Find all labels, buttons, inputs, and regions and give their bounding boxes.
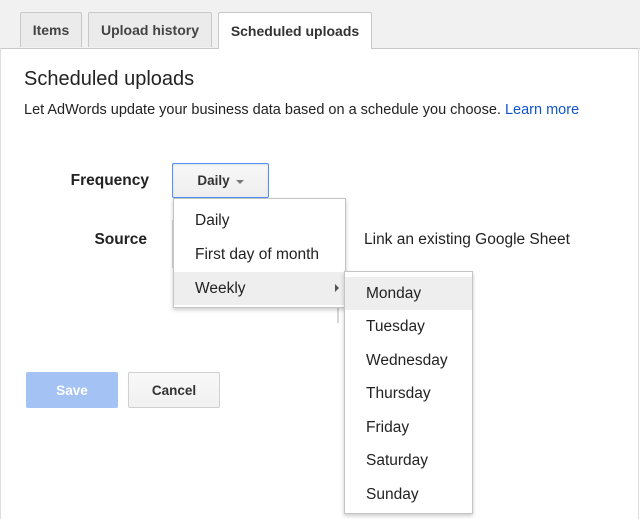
menu-item-weekly[interactable]: Weekly [174,272,345,305]
menu-item-label: Weekly [195,279,246,297]
frequency-dropdown[interactable]: Daily [172,163,269,198]
frequency-label: Frequency [70,172,149,189]
menu-item-daily[interactable]: Daily [174,204,345,237]
frequency-menu: Daily First day of month Weekly [173,198,346,308]
tab-bar: Items Upload history Scheduled uploads [0,0,640,49]
learn-more-link[interactable]: Learn more [505,102,579,118]
frequency-selected-value: Daily [197,173,230,188]
weekday-submenu: Monday Tuesday Wednesday Thursday Friday… [344,271,473,514]
chevron-right-icon [335,284,339,292]
source-label: Source [94,231,147,248]
page-title: Scheduled uploads [24,68,195,90]
panel-border-right [638,48,639,519]
save-button[interactable]: Save [26,372,118,408]
menu-item-friday[interactable]: Friday [345,411,472,444]
tab-upload-history[interactable]: Upload history [88,12,212,47]
menu-item-monday[interactable]: Monday [345,277,472,310]
menu-item-wednesday[interactable]: Wednesday [345,344,472,377]
menu-item-sunday[interactable]: Sunday [345,478,472,511]
chevron-down-icon [235,179,244,184]
tab-items[interactable]: Items [20,12,82,47]
source-option-text[interactable]: Link an existing Google Sheet [364,231,570,249]
menu-item-saturday[interactable]: Saturday [345,444,472,477]
tab-scheduled-uploads[interactable]: Scheduled uploads [218,12,372,49]
menu-item-first-day-of-month[interactable]: First day of month [174,238,345,271]
cancel-button[interactable]: Cancel [128,372,220,408]
description-text: Let AdWords update your business data ba… [24,102,501,118]
page-description: Let AdWords update your business data ba… [24,102,579,118]
menu-item-tuesday[interactable]: Tuesday [345,310,472,343]
panel-border-left [0,48,1,519]
menu-item-thursday[interactable]: Thursday [345,377,472,410]
